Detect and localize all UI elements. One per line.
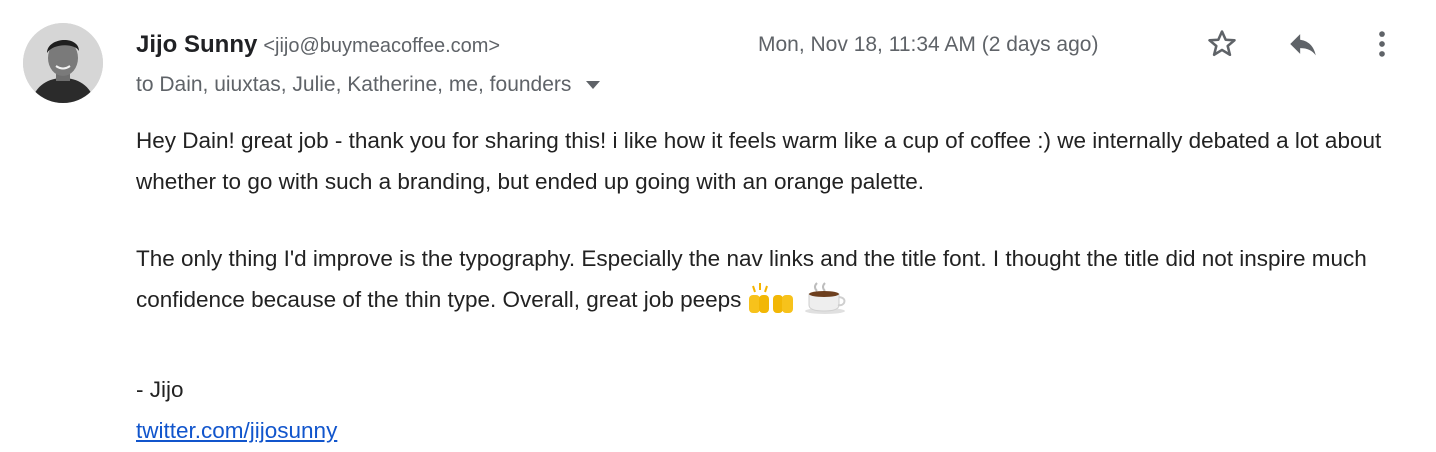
recipients-text: to Dain, uiuxtas, Julie, Katherine, me, … bbox=[136, 73, 572, 96]
caret-down-icon bbox=[586, 81, 601, 89]
sender-name[interactable]: Jijo Sunny bbox=[136, 31, 257, 58]
message-body: Hey Dain! great job - thank you for shar… bbox=[136, 120, 1426, 451]
hot-beverage-emoji bbox=[803, 281, 849, 328]
recipients-line: to Dain, uiuxtas, Julie, Katherine, me, … bbox=[136, 70, 601, 100]
sender-email: <jijo@buymeacoffee.com> bbox=[263, 35, 501, 57]
star-button[interactable] bbox=[1200, 22, 1244, 66]
sender-avatar[interactable] bbox=[23, 23, 103, 103]
star-outline-icon bbox=[1208, 30, 1236, 57]
message-timestamp: Mon, Nov 18, 11:34 AM (2 days ago) bbox=[758, 33, 1099, 56]
sender-header: Jijo Sunny <jijo@buymeacoffee.com> bbox=[136, 30, 500, 63]
message-paragraph: The only thing I'd improve is the typogr… bbox=[136, 238, 1426, 328]
twitter-link[interactable]: twitter.com/jijosunny bbox=[136, 418, 337, 443]
more-options-button[interactable] bbox=[1360, 22, 1404, 66]
signature: - Jijo bbox=[136, 377, 184, 402]
raising-hands-emoji bbox=[747, 281, 797, 328]
more-vertical-icon bbox=[1379, 31, 1385, 57]
reply-button[interactable] bbox=[1281, 22, 1325, 66]
reply-icon bbox=[1290, 34, 1316, 56]
show-details-button[interactable] bbox=[585, 80, 601, 90]
message-paragraph: Hey Dain! great job - thank you for shar… bbox=[136, 128, 1382, 194]
